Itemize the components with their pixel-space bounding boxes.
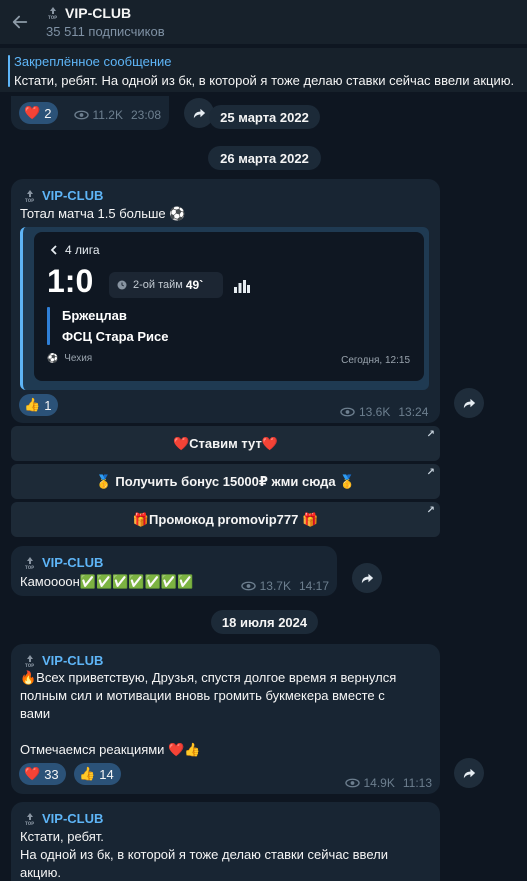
forward-button[interactable] [454, 388, 484, 418]
forward-button[interactable] [352, 563, 382, 593]
eye-icon [344, 778, 360, 788]
share-arrow-icon [361, 573, 373, 583]
external-link-icon: ↗ [426, 467, 435, 478]
message-meta: 11.2K 23:08 [73, 108, 161, 122]
match-time: Сегодня, 12:15 [341, 355, 410, 366]
share-arrow-icon [463, 398, 475, 408]
message-bubble: TOP VIP-CLUB Камоооон✅✅✅✅✅✅✅ 13.7K 14:17 [11, 546, 337, 596]
ball-icon: ⚽ [47, 353, 59, 363]
message-time: 13:24 [398, 405, 429, 419]
eye-icon [73, 110, 89, 120]
channel-title: VIP-CLUB [65, 5, 132, 21]
stats-bars-icon [234, 280, 250, 293]
pinned-title: Закреплённое сообщение [14, 54, 172, 69]
pinned-message-bar[interactable]: Закреплённое сообщение Кстати, ребят. На… [0, 47, 527, 92]
chat-header: TOP VIP-CLUB 35 511 подписчиков [0, 0, 527, 44]
sender-name[interactable]: VIP-CLUB [42, 188, 103, 203]
view-count: 13.7K [259, 579, 291, 593]
inline-button-bonus[interactable]: 🥇 Получить бонус 15000₽ жми сюда 🥇 ↗ [11, 464, 440, 499]
message-time: 11:13 [402, 776, 432, 790]
message-time: 14:17 [298, 579, 329, 593]
message-time: 23:08 [130, 108, 161, 122]
period-badge: 2-ой тайм 49` [109, 272, 223, 298]
score: 1:0 [47, 263, 94, 299]
team-home: Бржецлав [62, 308, 127, 323]
external-link-icon: ↗ [426, 505, 435, 516]
view-count: 13.6K [359, 405, 391, 419]
svg-text:TOP: TOP [25, 821, 34, 826]
reaction-count: 2 [44, 105, 52, 121]
arrow-left-icon [12, 15, 28, 29]
message-bubble: TOP VIP-CLUB 🔥Всех приветствую, Друзья, … [11, 644, 440, 794]
back-button[interactable] [0, 0, 40, 44]
eye-icon [240, 581, 256, 591]
message-bubble: TOP VIP-CLUB Кстати, ребят. На одной из … [11, 802, 440, 881]
reaction-heart[interactable]: ❤️ 2 [19, 102, 59, 124]
channel-info[interactable]: TOP VIP-CLUB 35 511 подписчиков [46, 5, 165, 39]
team-indicator [47, 307, 50, 345]
reaction-thumbs-up[interactable]: 👍 14 [74, 763, 121, 785]
message-meta: 13.6K 13:24 [340, 405, 428, 419]
message-meta: 13.7K 14:17 [240, 579, 329, 593]
channel-logo-icon: TOP [23, 654, 37, 668]
country-label: Чехия [64, 353, 93, 364]
sender-name[interactable]: VIP-CLUB [42, 653, 103, 668]
team-away: ФСЦ Стара Рисе [62, 329, 169, 344]
message-bubble-partial: ❤️ 2 11.2K 23:08 [11, 96, 169, 130]
date-separator: 26 марта 2022 [208, 146, 321, 170]
message-text: Тотал матча 1.5 больше ⚽ [20, 206, 186, 221]
reaction-count: 1 [44, 397, 52, 413]
reaction-count: 14 [99, 766, 114, 782]
pinned-text: Кстати, ребят. На одной из бк, в которой… [14, 73, 515, 88]
svg-text:TOP: TOP [25, 565, 34, 570]
reaction-heart[interactable]: ❤️ 33 [19, 763, 66, 785]
reaction-thumbs-up[interactable]: 👍 1 [19, 394, 59, 416]
reaction-count: 33 [44, 766, 59, 782]
match-card-image: 4 лига 1:0 2-ой тайм 49` Бржецлав ФСЦ Ст… [34, 232, 424, 381]
view-count: 14.9K [363, 776, 395, 790]
eye-icon [340, 407, 355, 417]
channel-logo-icon: TOP [23, 812, 37, 826]
external-link-icon: ↗ [426, 429, 435, 440]
share-arrow-icon [463, 768, 475, 778]
date-separator: 25 марта 2022 [209, 105, 320, 129]
view-count: 11.2K [92, 108, 123, 122]
league-label: 4 лига [65, 243, 100, 257]
link-preview[interactable]: 4 лига 1:0 2-ой тайм 49` Бржецлав ФСЦ Ст… [20, 227, 429, 390]
forward-button[interactable] [454, 758, 484, 788]
message-text: Камоооон✅✅✅✅✅✅✅ [20, 574, 194, 589]
inline-button-promocode[interactable]: 🎁Промокод promovip777 🎁 ↗ [11, 502, 440, 537]
channel-logo-icon: TOP [46, 6, 60, 20]
svg-text:TOP: TOP [48, 15, 57, 20]
sender-name[interactable]: VIP-CLUB [42, 555, 103, 570]
chevron-left-icon [50, 245, 57, 255]
svg-text:TOP: TOP [25, 198, 34, 203]
subscriber-count: 35 511 подписчиков [46, 24, 165, 39]
svg-text:TOP: TOP [25, 663, 34, 668]
message-text: Кстати, ребят. На одной из бк, в которой… [20, 829, 388, 880]
sender-name[interactable]: VIP-CLUB [42, 811, 103, 826]
date-separator: 18 июля 2024 [211, 610, 318, 634]
inline-button-bet-here[interactable]: ❤️Ставим тут❤️ ↗ [11, 426, 440, 461]
share-arrow-icon [193, 108, 205, 118]
channel-logo-icon: TOP [23, 556, 37, 570]
message-meta: 14.9K 11:13 [344, 776, 432, 790]
message-text: 🔥Всех приветствую, Друзья, спустя долгое… [20, 670, 397, 757]
channel-logo-icon: TOP [23, 189, 37, 203]
clock-icon [117, 280, 127, 290]
